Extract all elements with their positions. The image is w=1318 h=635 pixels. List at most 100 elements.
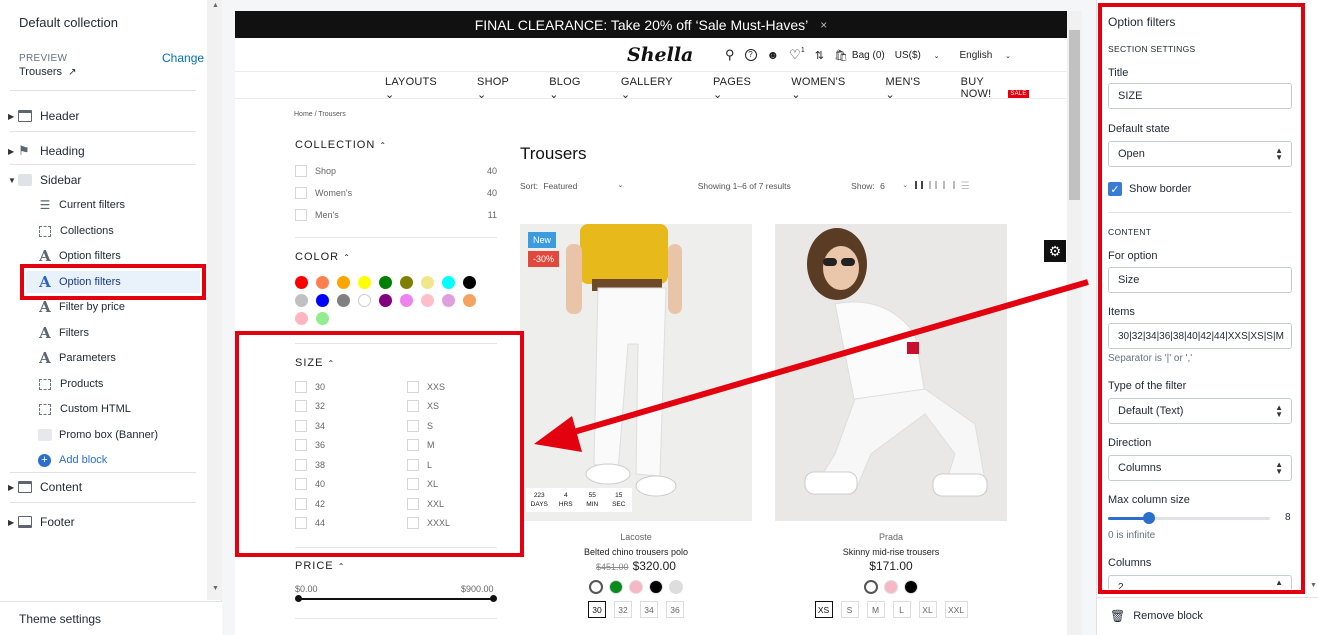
color-swatch[interactable] (421, 294, 434, 307)
color-swatch[interactable] (442, 276, 455, 289)
sort-select[interactable]: Featured ⌄ (543, 181, 623, 191)
divider (295, 618, 497, 619)
color-swatch[interactable] (295, 276, 308, 289)
grid-3-icon[interactable] (928, 181, 937, 189)
product-name[interactable]: Belted chino trousers polo (520, 547, 752, 557)
add-block-button[interactable]: + Add block (38, 449, 107, 471)
size-option[interactable]: XXL (944, 601, 968, 618)
color-swatch[interactable] (316, 294, 329, 307)
checkbox[interactable] (295, 187, 307, 199)
section-footer[interactable]: ▶ Footer (8, 511, 75, 533)
price-slider-track[interactable] (298, 598, 494, 600)
block-promo-box[interactable]: Promo box (Banner) (38, 424, 158, 446)
color-swatch[interactable] (358, 294, 371, 307)
color-swatch[interactable] (463, 294, 476, 307)
color-option[interactable] (904, 580, 918, 594)
color-option[interactable] (884, 580, 898, 594)
size-option[interactable]: XS (814, 601, 833, 618)
color-swatch[interactable] (421, 276, 434, 289)
chevron-up-icon: ⌃ (343, 253, 351, 262)
color-option[interactable] (589, 580, 603, 594)
color-swatch[interactable] (358, 276, 371, 289)
section-sidebar[interactable]: ▼ Sidebar (8, 169, 81, 191)
size-option[interactable]: 30 (588, 601, 606, 618)
product-brand[interactable]: Lacoste (520, 532, 752, 542)
settings-gear-icon[interactable]: ⚙ (1044, 240, 1066, 262)
color-swatch[interactable] (337, 276, 350, 289)
breadcrumb[interactable]: Home / Trousers (294, 111, 346, 118)
filter-title-text: PRICE (295, 560, 334, 572)
color-swatch[interactable] (295, 294, 308, 307)
collection-item[interactable]: Women's 40 (295, 182, 497, 204)
checkbox[interactable] (295, 165, 307, 177)
compare-icon[interactable]: ⇅ (815, 49, 824, 62)
color-swatch[interactable] (337, 294, 350, 307)
color-swatch[interactable] (442, 294, 455, 307)
section-content[interactable]: ▶ Content (8, 476, 82, 498)
block-current-filters[interactable]: ☰ Current filters (38, 194, 125, 216)
block-parameters[interactable]: A Parameters (38, 347, 116, 369)
bag-icon[interactable]: 🛍 (834, 49, 848, 62)
block-collections[interactable]: Collections (38, 220, 114, 242)
block-filters[interactable]: A Filters (38, 322, 89, 344)
color-option[interactable] (609, 580, 623, 594)
size-option[interactable]: 32 (614, 601, 632, 618)
color-swatch[interactable] (400, 294, 413, 307)
color-swatch[interactable] (316, 312, 329, 325)
search-icon[interactable]: ⚲ (725, 47, 735, 63)
account-icon[interactable]: ☻ (767, 48, 780, 62)
close-icon[interactable]: × (820, 18, 827, 32)
wishlist-icon[interactable]: ♡ (789, 47, 801, 63)
collection-filter-title[interactable]: COLLECTION ⌃ (295, 139, 387, 151)
size-option[interactable]: XL (918, 601, 937, 618)
section-heading[interactable]: ▶ ⚑ Heading (8, 140, 85, 162)
product-name[interactable]: Skinny mid-rise trousers (775, 547, 1007, 557)
bag-label[interactable]: Bag (0) (852, 50, 885, 61)
block-products[interactable]: Products (38, 373, 103, 395)
price-filter-title[interactable]: PRICE ⌃ (295, 560, 345, 572)
color-swatch[interactable] (379, 276, 392, 289)
scroll-up-arrow-icon[interactable]: ▲ (212, 2, 219, 9)
countdown-unit: SEC (612, 501, 626, 508)
collection-item[interactable]: Shop 40 (295, 160, 497, 182)
price-slider-max-handle[interactable] (490, 595, 497, 602)
scroll-down-arrow-icon[interactable]: ▼ (212, 585, 219, 592)
left-scrollbar[interactable] (207, 0, 222, 600)
currency-select[interactable]: US($) ⌄ (895, 50, 950, 61)
show-select[interactable]: 6 ⌄ (880, 181, 908, 191)
color-option[interactable] (629, 580, 643, 594)
list-view-icon[interactable]: ☰ (961, 181, 970, 192)
block-filter-by-price[interactable]: A Filter by price (38, 296, 125, 318)
section-header[interactable]: ▶ Header (8, 105, 79, 127)
external-link-icon[interactable]: ↗ (68, 67, 76, 78)
color-swatch[interactable] (295, 312, 308, 325)
color-option[interactable] (864, 580, 878, 594)
help-icon[interactable]: ? (744, 49, 757, 61)
collection-item[interactable]: Men's 11 (295, 204, 497, 226)
product-brand[interactable]: Prada (775, 532, 1007, 542)
size-option[interactable]: 34 (640, 601, 658, 618)
size-option[interactable]: S (840, 601, 859, 618)
price-slider-min-handle[interactable] (295, 595, 302, 602)
color-swatch[interactable] (379, 294, 392, 307)
block-custom-html[interactable]: Custom HTML (38, 398, 131, 420)
change-link[interactable]: Change (162, 51, 204, 65)
remove-block-button[interactable]: 🗑 Remove block (1110, 609, 1203, 623)
checkbox[interactable] (295, 209, 307, 221)
color-swatch[interactable] (400, 276, 413, 289)
size-option[interactable]: M (866, 601, 885, 618)
store-logo[interactable]: Shella (627, 44, 693, 66)
grid-2-icon[interactable] (914, 181, 923, 189)
preview-scrollbar-thumb[interactable] (1069, 30, 1080, 200)
language-select[interactable]: English ⌄ (960, 50, 1021, 61)
color-option[interactable] (669, 580, 683, 594)
size-option[interactable]: 36 (666, 601, 684, 618)
color-option[interactable] (649, 580, 663, 594)
scroll-down-arrow-icon[interactable]: ▼ (1310, 582, 1317, 589)
color-filter-title[interactable]: COLOR ⌃ (295, 251, 351, 263)
color-swatch[interactable] (463, 276, 476, 289)
size-option[interactable]: L (892, 601, 911, 618)
color-swatch[interactable] (316, 276, 329, 289)
theme-settings-link[interactable]: Theme settings (19, 612, 101, 626)
grid-4-icon[interactable] (943, 181, 956, 189)
